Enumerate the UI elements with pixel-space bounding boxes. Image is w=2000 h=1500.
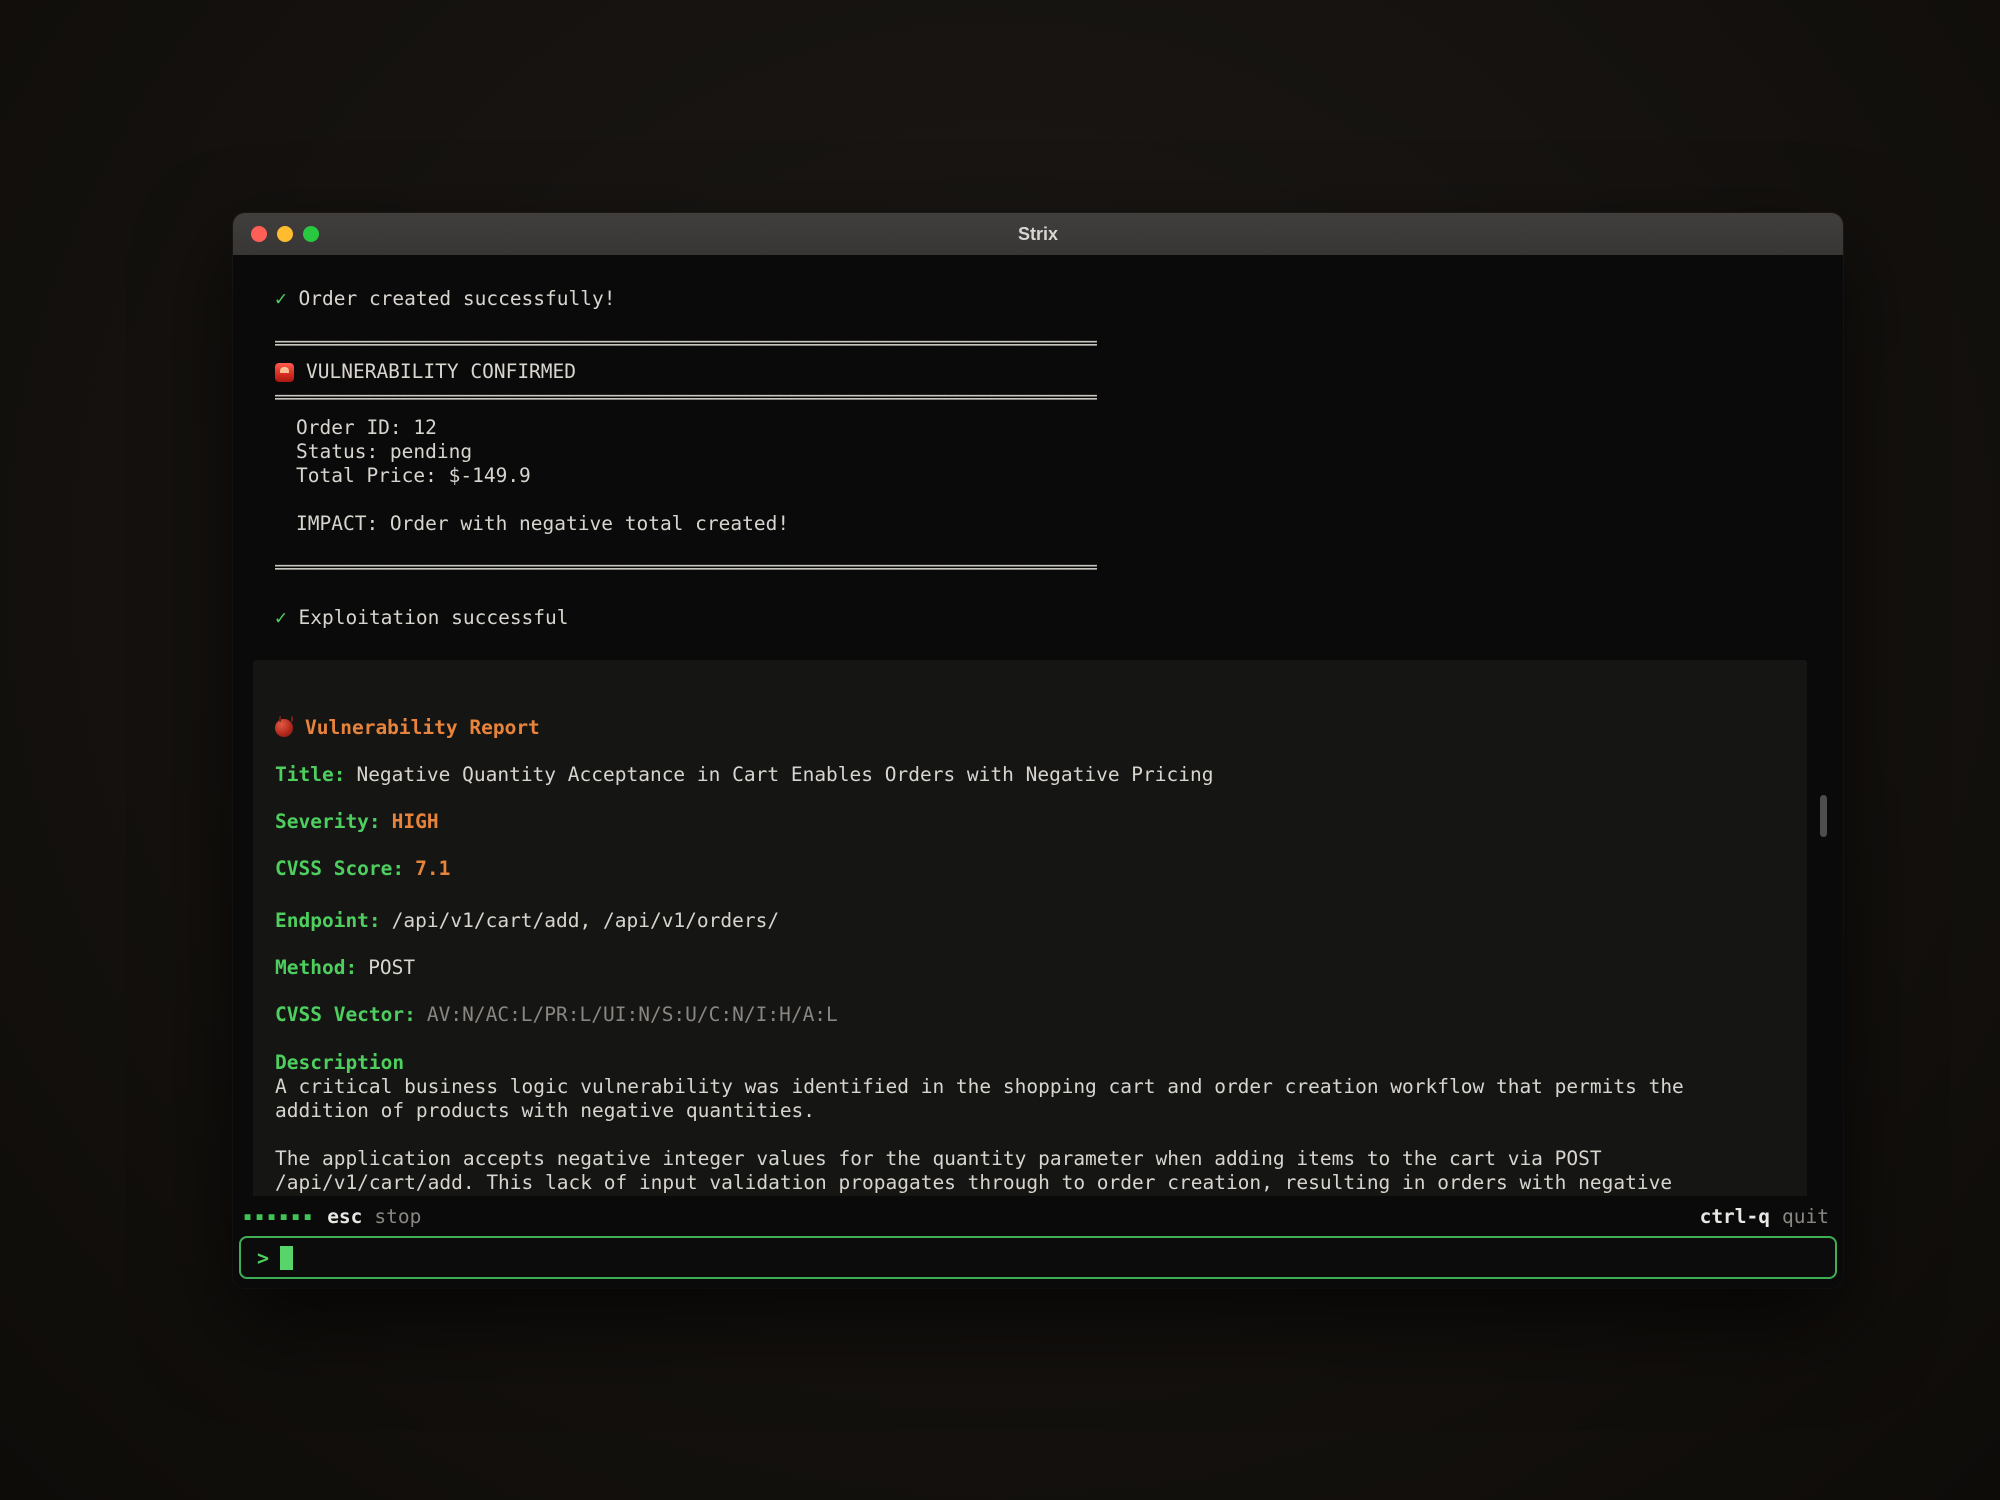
field-label: Title: [275, 763, 345, 786]
description-heading: Description [275, 1051, 1779, 1075]
status-bar: ▪▪▪▪▪▪ esc stop ctrl-q quit [233, 1196, 1843, 1236]
description-paragraph: A critical business logic vulnerability … [275, 1075, 1720, 1123]
report-field-title: Title: Negative Quantity Acceptance in Ca… [275, 763, 1779, 787]
vulnerability-confirmed-line: VULNERABILITY CONFIRMED [275, 360, 1843, 384]
field-value: /api/v1/cart/add, /api/v1/orders/ [392, 909, 779, 932]
close-button[interactable] [251, 226, 267, 242]
text-cursor [280, 1246, 293, 1270]
order-details: Order ID: 12 Status: pending Total Price… [275, 416, 1843, 488]
report-field-method: Method: POST [275, 956, 1779, 980]
traffic-lights [251, 213, 319, 255]
spinner-icon: ▪▪▪▪▪▪ [243, 1207, 315, 1225]
siren-icon [275, 363, 294, 382]
vulnerability-report-panel: Vulnerability Report Title: Negative Quan… [253, 660, 1807, 1196]
title-bar[interactable]: Strix [233, 213, 1843, 255]
check-icon: ✓ [275, 287, 287, 310]
report-field-severity: Severity: HIGH [275, 810, 1779, 834]
bug-icon [275, 719, 293, 737]
separator: ════════════════════════════════════════… [275, 386, 1105, 410]
quit-hint: quit [1782, 1205, 1829, 1228]
order-success-text: Order created successfully! [299, 287, 616, 310]
report-field-cvss-vector: CVSS Vector: AV:N/AC:L/PR:L/UI:N/S:U/C:N/… [275, 1003, 1779, 1027]
status-bar-right: ctrl-q quit [1700, 1205, 1829, 1228]
exploitation-success-text: Exploitation successful [299, 606, 569, 629]
command-input[interactable]: > [239, 1236, 1837, 1279]
vulnerability-confirmed-text: VULNERABILITY CONFIRMED [306, 360, 576, 384]
maximize-button[interactable] [303, 226, 319, 242]
report-field-cvss-score: CVSS Score: 7.1 [275, 857, 1779, 881]
scrollbar-thumb[interactable] [1820, 795, 1827, 837]
report-header: Vulnerability Report [275, 716, 1779, 740]
status-line: Status: pending [296, 440, 1843, 464]
window-title: Strix [1018, 224, 1058, 245]
impact-line: IMPACT: Order with negative total create… [275, 512, 1843, 536]
order-success-line: ✓ Order created successfully! [275, 287, 1843, 311]
ctrl-q-key-label: ctrl-q [1700, 1205, 1770, 1228]
field-label: Method: [275, 956, 357, 979]
check-icon: ✓ [275, 606, 287, 629]
exploitation-success-line: ✓ Exploitation successful [275, 606, 1843, 630]
description-paragraph: The application accepts negative integer… [275, 1147, 1720, 1196]
field-value: HIGH [392, 810, 439, 833]
order-id-line: Order ID: 12 [296, 416, 1843, 440]
separator: ════════════════════════════════════════… [275, 332, 1105, 356]
terminal-window: Strix ✓ Order created successfully! ════… [233, 213, 1843, 1288]
terminal-output[interactable]: ✓ Order created successfully! ══════════… [233, 255, 1843, 1196]
total-price-line: Total Price: $-149.9 [296, 464, 1843, 488]
field-value: AV:N/AC:L/PR:L/UI:N/S:U/C:N/I:H/A:L [427, 1003, 838, 1026]
field-label: CVSS Vector: [275, 1003, 416, 1026]
field-label: CVSS Score: [275, 857, 404, 880]
field-label: Endpoint: [275, 909, 381, 932]
field-value: 7.1 [415, 857, 450, 880]
prompt-symbol: > [257, 1246, 269, 1270]
stop-hint: stop [374, 1205, 421, 1228]
esc-key-label: esc [327, 1205, 362, 1228]
field-value: Negative Quantity Acceptance in Cart Ena… [356, 763, 1213, 786]
status-bar-left: ▪▪▪▪▪▪ esc stop [243, 1205, 421, 1228]
separator: ════════════════════════════════════════… [275, 556, 1105, 580]
field-value: POST [368, 956, 415, 979]
input-area: > [233, 1236, 1843, 1288]
report-field-endpoint: Endpoint: /api/v1/cart/add, /api/v1/order… [275, 909, 1779, 933]
field-label: Severity: [275, 810, 381, 833]
minimize-button[interactable] [277, 226, 293, 242]
report-title: Vulnerability Report [305, 716, 540, 740]
